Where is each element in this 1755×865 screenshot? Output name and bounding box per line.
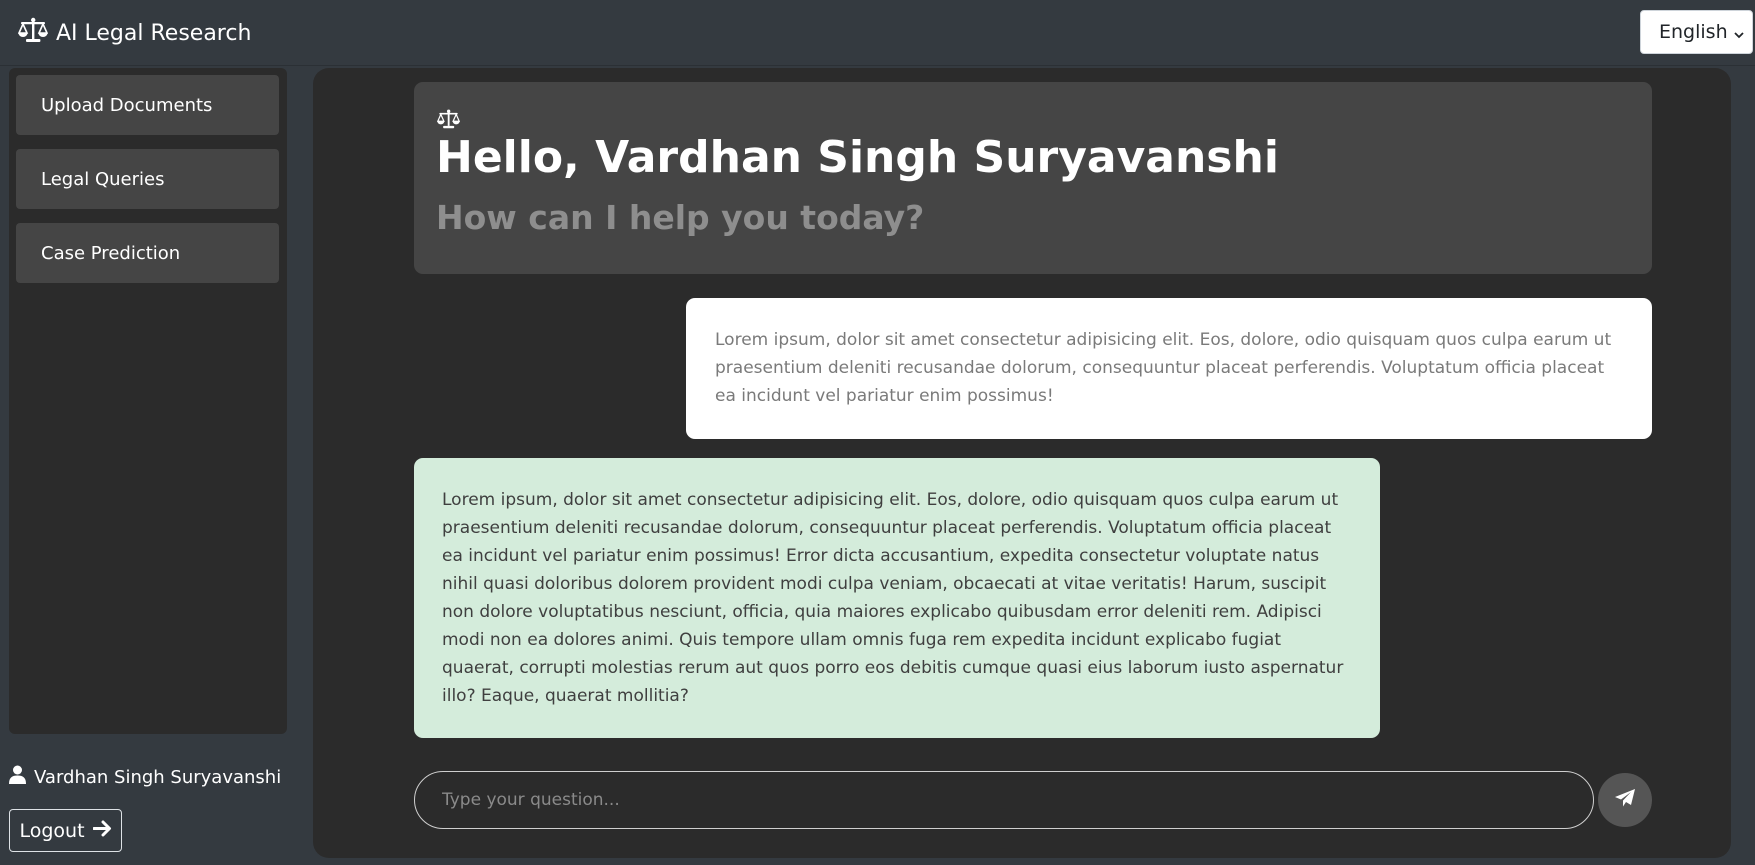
logout-label: Logout: [19, 819, 85, 842]
question-input[interactable]: [414, 771, 1594, 829]
user-icon: [9, 765, 26, 789]
sidebar-item-label: Legal Queries: [41, 168, 165, 190]
sidebar: Upload Documents Legal Queries Case Pred…: [9, 68, 287, 734]
brand-title: AI Legal Research: [56, 20, 252, 46]
arrow-right-icon: [92, 820, 112, 842]
chat-panel: Hello, Vardhan Singh Suryavanshi How can…: [313, 68, 1731, 858]
greeting-title: Hello, Vardhan Singh Suryavanshi: [436, 132, 1279, 183]
language-select[interactable]: English: [1640, 10, 1753, 54]
send-button[interactable]: [1598, 773, 1652, 827]
chevron-down-icon: [1733, 24, 1745, 39]
sidebar-item-label: Case Prediction: [41, 242, 181, 264]
brand[interactable]: AI Legal Research: [17, 17, 252, 49]
scale-balance-icon: [17, 17, 49, 49]
top-navbar: AI Legal Research English: [0, 0, 1755, 66]
sidebar-item-case-prediction[interactable]: Case Prediction: [16, 223, 279, 283]
user-message: Lorem ipsum, dolor sit amet consectetur …: [686, 298, 1652, 439]
current-user: Vardhan Singh Suryavanshi: [9, 762, 281, 792]
scale-balance-icon: [436, 109, 461, 129]
user-name: Vardhan Singh Suryavanshi: [34, 766, 282, 788]
logout-button[interactable]: Logout: [9, 809, 122, 852]
greeting-subtitle: How can I help you today?: [436, 198, 925, 237]
message-text: Lorem ipsum, dolor sit amet consectetur …: [442, 490, 1344, 706]
language-select-value: English: [1659, 21, 1728, 43]
message-text: Lorem ipsum, dolor sit amet consectetur …: [715, 330, 1612, 406]
paper-plane-icon: [1614, 788, 1636, 812]
greeting-card: Hello, Vardhan Singh Suryavanshi How can…: [414, 82, 1652, 274]
assistant-message: Lorem ipsum, dolor sit amet consectetur …: [414, 458, 1380, 738]
sidebar-item-legal-queries[interactable]: Legal Queries: [16, 149, 279, 209]
sidebar-item-upload-documents[interactable]: Upload Documents: [16, 75, 279, 135]
sidebar-item-label: Upload Documents: [41, 94, 213, 116]
